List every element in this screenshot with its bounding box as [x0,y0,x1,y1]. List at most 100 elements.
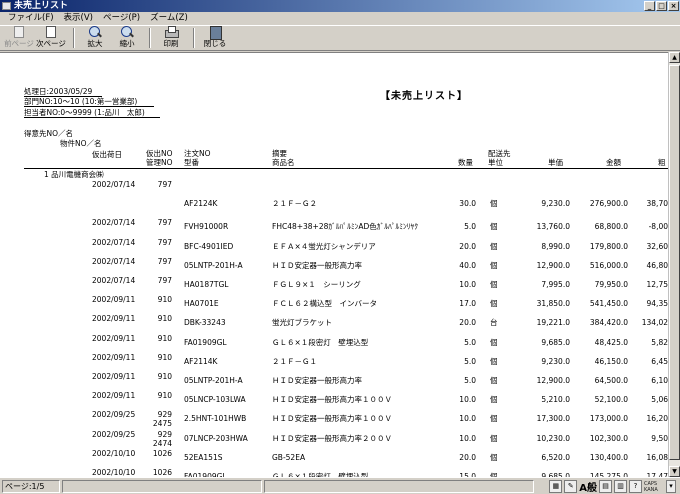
row-model: 05LNCP-103LWA [184,395,246,405]
col-model: 型番 [184,158,199,167]
row-amount: 276,900.0 [589,199,628,209]
row-quantity: 30.0 [459,199,476,209]
row-gross: 12,75 [646,280,668,289]
row-ship-date: 2002/07/14 [92,256,136,266]
row-product: ＨＩＤ安定器一般形高力率２００Ｖ [272,433,392,443]
row-unit-price: 9,230.0 [541,199,570,209]
ime-pad-icon[interactable]: ✎ [564,480,578,493]
row-temp-no: 910 [157,333,172,343]
scroll-down-arrow[interactable]: ▼ [669,466,680,477]
vertical-scrollbar[interactable]: ▲ ▼ [668,52,680,477]
row-unit-price: 10,230.0 [536,433,570,443]
row-gross: 32,60 [646,241,668,251]
underline [24,106,154,107]
row-temp-no: 910 [157,372,172,381]
header-rule [24,168,668,169]
prev-page-button[interactable]: 前ページ [4,26,34,50]
col-unit: 単位 [488,158,503,167]
row-mgmt-no: 2474 [152,438,172,448]
next-page-button[interactable]: 次ページ [36,26,66,50]
row-model: HA0187TGL [184,280,229,289]
row-quantity: 10.0 [459,414,476,424]
row-amount: 179,800.0 [589,241,628,251]
site-header: 物件NO／名 [60,139,102,148]
maximize-button[interactable]: □ [656,1,667,11]
row-unit: 個 [490,280,498,289]
menu-page[interactable]: ページ(P) [98,12,145,24]
row-ship-date: 2002/07/14 [92,218,136,228]
row-temp-no: 910 [157,391,172,401]
ime-options-icon[interactable]: ▾ [666,480,676,493]
row-unit-price: 8,990.0 [541,241,570,251]
ime-tray: ▦ ✎ A般 ▤ ▥ ? CAPS KANA ▾ [549,479,676,494]
scroll-thumb[interactable] [669,65,680,460]
close-preview-button[interactable]: 閉じる [200,26,230,50]
row-amount: 46,150.0 [594,356,628,366]
row-unit-price: 31,850.0 [536,299,570,309]
row-ship-date: 2002/07/14 [92,237,136,247]
help-icon[interactable]: ? [629,480,642,493]
scroll-up-arrow[interactable]: ▲ [669,52,680,63]
ime-menu-icon[interactable]: ▥ [614,480,627,493]
report-viewport[interactable]: 【未売上リスト】 処理日:2003/05/29 部門NO:10～10 (10:第… [0,52,668,477]
row-temp-no: 797 [157,180,172,189]
row-model: 07LNCP-203HWA [184,433,248,443]
zoom-out-icon [120,26,134,37]
row-gross: 38,70 [646,199,668,209]
row-quantity: 5.0 [464,376,476,385]
row-unit: 個 [490,376,498,385]
menu-zoom[interactable]: ズーム(Z) [145,12,193,24]
row-ship-date: 2002/09/11 [92,333,136,343]
row-amount: 130,400.0 [589,452,628,462]
row-unit: 個 [490,299,498,309]
row-product: ＧＬ６×１段密灯 壁埋込型 [272,337,369,347]
row-model: 05LNTP-201H-A [184,376,243,385]
col-mgmt-no: 管理NO [146,158,173,167]
zoom-out-button[interactable]: 縮小 [112,26,142,50]
menu-file[interactable]: ファイル(F) [3,12,59,24]
row-temp-no: 910 [157,352,172,362]
menu-bar: ファイル(F) 表示(V) ページ(P) ズーム(Z) [0,12,680,24]
ime-dictionary-icon[interactable]: ▤ [599,480,612,493]
row-ship-date: 2002/09/11 [92,391,136,401]
row-quantity: 5.0 [464,356,476,366]
minimize-button[interactable]: _ [644,1,655,11]
zoom-in-button[interactable]: 拡大 [80,26,110,50]
row-unit: 個 [490,199,498,209]
close-window-button[interactable]: × [668,1,679,11]
row-ship-date: 2002/09/25 [92,429,136,439]
row-product: ＨＩＤ安定器一般形高力率 [272,376,362,385]
customer-group-label: 1 品川電機商会㈱ [44,170,104,179]
row-unit-price: 13,760.0 [536,222,570,232]
ime-tool-icon[interactable]: ▦ [549,480,563,493]
row-unit: 個 [490,356,498,366]
row-unit-price: 17,300.0 [536,414,570,424]
print-button[interactable]: 印刷 [156,26,186,50]
row-model: 52EA151S [184,452,223,462]
row-unit-price: 9,230.0 [541,356,570,366]
row-unit-price: 7,995.0 [541,280,570,289]
row-model: 05LNTP-201H-A [184,260,243,270]
row-gross: 6,45 [651,356,668,366]
row-product: 蛍光灯ブラケット [272,318,332,328]
row-temp-no: 797 [157,276,172,285]
ime-input-mode[interactable]: A般 [579,479,597,494]
row-gross: 16,20 [646,414,668,424]
row-temp-no: 797 [157,256,172,266]
row-gross: 94,35 [646,299,668,309]
row-quantity: 10.0 [459,395,476,405]
row-quantity: 5.0 [464,222,476,232]
row-product: ＥＦＡ×４蛍光灯シャンデリア [272,241,376,251]
row-quantity: 20.0 [459,241,476,251]
row-quantity: 5.0 [464,337,476,347]
row-gross: 46,80 [646,260,668,270]
report-title: 【未売上リスト】 [380,91,468,102]
row-unit: 個 [490,337,498,347]
toolbar-separator [193,28,195,48]
col-amount: 金額 [606,158,621,167]
customer-header: 得意先NO／名 [24,129,74,138]
menu-view[interactable]: 表示(V) [59,12,98,24]
report-page: 【未売上リスト】 処理日:2003/05/29 部門NO:10～10 (10:第… [0,53,668,477]
row-unit-price: 9,685.0 [541,337,570,347]
row-unit: 台 [490,318,498,328]
